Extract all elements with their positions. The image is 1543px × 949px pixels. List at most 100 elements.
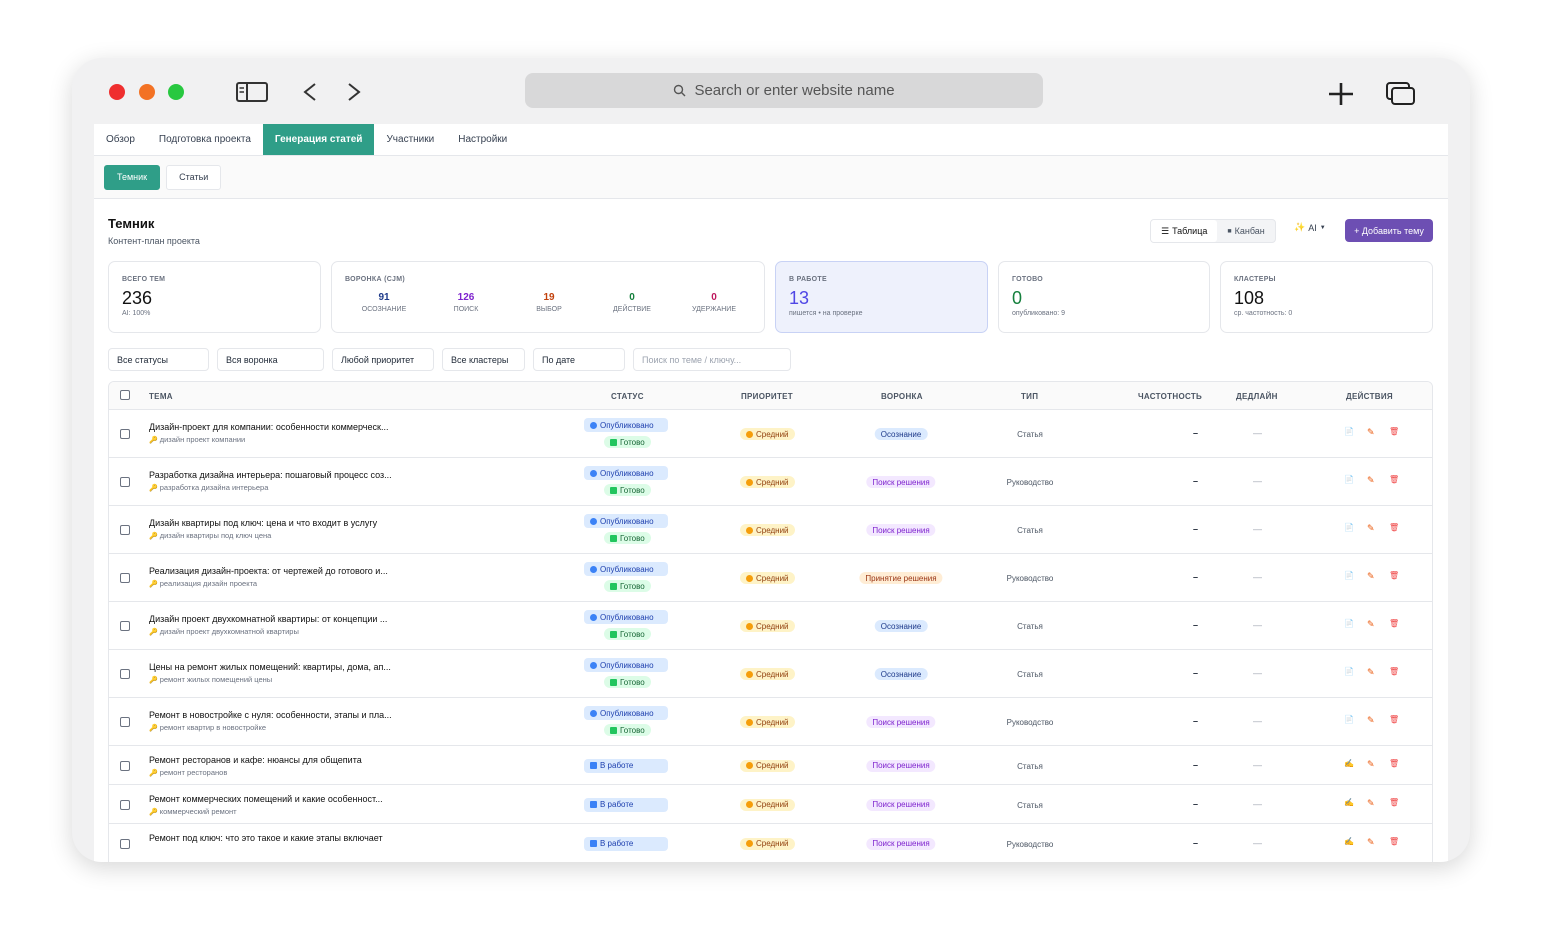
topic-cell[interactable]: Разработка дизайна интерьера: пошаговый … <box>149 470 392 492</box>
row-checkbox[interactable] <box>120 477 130 487</box>
minimize-window-button[interactable] <box>139 84 155 100</box>
topic-title[interactable]: Дизайн квартиры под ключ: цена и что вхо… <box>149 518 377 528</box>
document-icon[interactable]: 📄 <box>1344 667 1354 676</box>
view-kanban-button[interactable]: ■ Канбан <box>1217 220 1274 242</box>
document-icon[interactable]: 📄 <box>1344 427 1354 436</box>
row-checkbox[interactable] <box>120 669 130 679</box>
edit-pencil-icon[interactable]: ✎ <box>1367 523 1375 534</box>
header-priority[interactable]: ПРИОРИТЕТ <box>741 382 793 410</box>
delete-trash-icon[interactable]: 🗑 <box>1389 619 1399 628</box>
delete-trash-icon[interactable]: 🗑 <box>1389 667 1399 676</box>
subtab-topics[interactable]: Темник <box>104 164 161 190</box>
search-input[interactable]: Поиск по теме / ключу... <box>633 348 791 371</box>
topic-title[interactable]: Ремонт в новостройке с нуля: особенности… <box>149 710 392 720</box>
tab-project-prep[interactable]: Подготовка проекта <box>147 124 263 155</box>
delete-trash-icon[interactable]: 🗑 <box>1389 427 1399 436</box>
table-row[interactable]: Дизайн квартиры под ключ: цена и что вхо… <box>109 506 1432 554</box>
document-icon[interactable]: 📄 <box>1344 619 1354 628</box>
document-icon[interactable]: 📄 <box>1344 571 1354 580</box>
back-icon[interactable] <box>302 82 318 102</box>
write-icon[interactable]: ✍️ <box>1344 837 1354 846</box>
status-filter[interactable]: Все статусы <box>108 348 209 371</box>
edit-pencil-icon[interactable]: ✎ <box>1367 759 1375 770</box>
tab-article-generation[interactable]: Генерация статей <box>262 124 375 155</box>
delete-trash-icon[interactable]: 🗑 <box>1389 715 1399 724</box>
delete-trash-icon[interactable]: 🗑 <box>1389 523 1399 532</box>
tab-members[interactable]: Участники <box>374 124 446 155</box>
topic-title[interactable]: Ремонт ресторанов и кафе: нюансы для общ… <box>149 755 362 765</box>
write-icon[interactable]: ✍️ <box>1344 759 1354 768</box>
edit-pencil-icon[interactable]: ✎ <box>1367 798 1375 809</box>
sidebar-toggle-icon[interactable] <box>236 82 268 102</box>
table-row[interactable]: Ремонт в новостройке с нуля: особенности… <box>109 698 1432 746</box>
topic-title[interactable]: Ремонт под ключ: что это такое и какие э… <box>149 833 383 843</box>
maximize-window-button[interactable] <box>168 84 184 100</box>
cluster-filter[interactable]: Все кластеры <box>442 348 525 371</box>
tabs-overview-icon[interactable] <box>1386 82 1416 106</box>
row-checkbox[interactable] <box>120 799 130 810</box>
delete-trash-icon[interactable]: 🗑 <box>1389 571 1399 580</box>
header-deadline[interactable]: ДЕДЛАЙН <box>1236 382 1278 410</box>
topic-title[interactable]: Дизайн проект двухкомнатной квартиры: от… <box>149 614 387 624</box>
document-icon[interactable]: 📄 <box>1344 475 1354 484</box>
funnel-filter[interactable]: Вся воронка <box>217 348 324 371</box>
new-tab-icon[interactable] <box>1327 82 1355 106</box>
topic-cell[interactable]: Дизайн квартиры под ключ: цена и что вхо… <box>149 518 377 540</box>
topic-title[interactable]: Дизайн-проект для компании: особенности … <box>149 422 388 432</box>
ai-dropdown[interactable]: ✨ AI ▼ <box>1294 222 1326 233</box>
tab-settings[interactable]: Настройки <box>446 124 519 155</box>
row-checkbox[interactable] <box>120 838 130 849</box>
subtab-articles[interactable]: Статьи <box>166 164 222 190</box>
topic-cell[interactable]: Ремонт коммерческих помещений и какие ос… <box>149 794 383 816</box>
edit-pencil-icon[interactable]: ✎ <box>1367 571 1375 582</box>
select-all-checkbox[interactable] <box>120 390 130 400</box>
topic-cell[interactable]: Дизайн проект двухкомнатной квартиры: от… <box>149 614 387 636</box>
address-bar[interactable]: Search or enter website name <box>525 73 1043 108</box>
table-row[interactable]: Ремонт ресторанов и кафе: нюансы для общ… <box>109 746 1432 785</box>
edit-pencil-icon[interactable]: ✎ <box>1367 667 1375 678</box>
stat-in-work[interactable]: В РАБОТЕ 13 пишется • на проверке <box>775 261 988 333</box>
delete-trash-icon[interactable]: 🗑 <box>1389 837 1399 846</box>
delete-trash-icon[interactable]: 🗑 <box>1389 759 1399 768</box>
topic-cell[interactable]: Ремонт под ключ: что это такое и какие э… <box>149 833 383 843</box>
close-window-button[interactable] <box>109 84 125 100</box>
add-topic-button[interactable]: + Добавить тему <box>1345 219 1433 242</box>
topic-cell[interactable]: Цены на ремонт жилых помещений: квартиры… <box>149 662 391 684</box>
edit-pencil-icon[interactable]: ✎ <box>1367 619 1375 630</box>
row-checkbox[interactable] <box>120 573 130 583</box>
edit-pencil-icon[interactable]: ✎ <box>1367 427 1375 438</box>
topic-cell[interactable]: Реализация дизайн-проекта: от чертежей д… <box>149 566 388 588</box>
sort-select[interactable]: По дате <box>533 348 625 371</box>
row-checkbox[interactable] <box>120 525 130 535</box>
forward-icon[interactable] <box>346 82 362 102</box>
table-row[interactable]: Ремонт под ключ: что это такое и какие э… <box>109 824 1432 862</box>
write-icon[interactable]: ✍️ <box>1344 798 1354 807</box>
header-type[interactable]: ТИП <box>1021 382 1038 410</box>
row-checkbox[interactable] <box>120 717 130 727</box>
table-row[interactable]: Реализация дизайн-проекта: от чертежей д… <box>109 554 1432 602</box>
table-row[interactable]: Цены на ремонт жилых помещений: квартиры… <box>109 650 1432 698</box>
table-row[interactable]: Дизайн-проект для компании: особенности … <box>109 410 1432 458</box>
topic-title[interactable]: Ремонт коммерческих помещений и какие ос… <box>149 794 383 804</box>
topic-cell[interactable]: Ремонт ресторанов и кафе: нюансы для общ… <box>149 755 362 777</box>
row-checkbox[interactable] <box>120 621 130 631</box>
row-checkbox[interactable] <box>120 429 130 439</box>
header-status[interactable]: СТАТУС <box>611 382 644 410</box>
header-topic[interactable]: ТЕМА <box>149 382 173 410</box>
table-row[interactable]: Дизайн проект двухкомнатной квартиры: от… <box>109 602 1432 650</box>
edit-pencil-icon[interactable]: ✎ <box>1367 475 1375 486</box>
header-frequency[interactable]: ЧАСТОТНОСТЬ <box>1138 382 1202 410</box>
tab-overview[interactable]: Обзор <box>94 124 147 155</box>
document-icon[interactable]: 📄 <box>1344 523 1354 532</box>
delete-trash-icon[interactable]: 🗑 <box>1389 475 1399 484</box>
view-table-button[interactable]: ☰ Таблица <box>1151 220 1218 242</box>
priority-filter[interactable]: Любой приоритет <box>332 348 434 371</box>
header-funnel[interactable]: ВОРОНКА <box>881 382 923 410</box>
document-icon[interactable]: 📄 <box>1344 715 1354 724</box>
row-checkbox[interactable] <box>120 760 130 771</box>
topic-title[interactable]: Реализация дизайн-проекта: от чертежей д… <box>149 566 388 576</box>
edit-pencil-icon[interactable]: ✎ <box>1367 837 1375 848</box>
topic-title[interactable]: Разработка дизайна интерьера: пошаговый … <box>149 470 392 480</box>
topic-cell[interactable]: Ремонт в новостройке с нуля: особенности… <box>149 710 392 732</box>
topic-cell[interactable]: Дизайн-проект для компании: особенности … <box>149 422 388 444</box>
